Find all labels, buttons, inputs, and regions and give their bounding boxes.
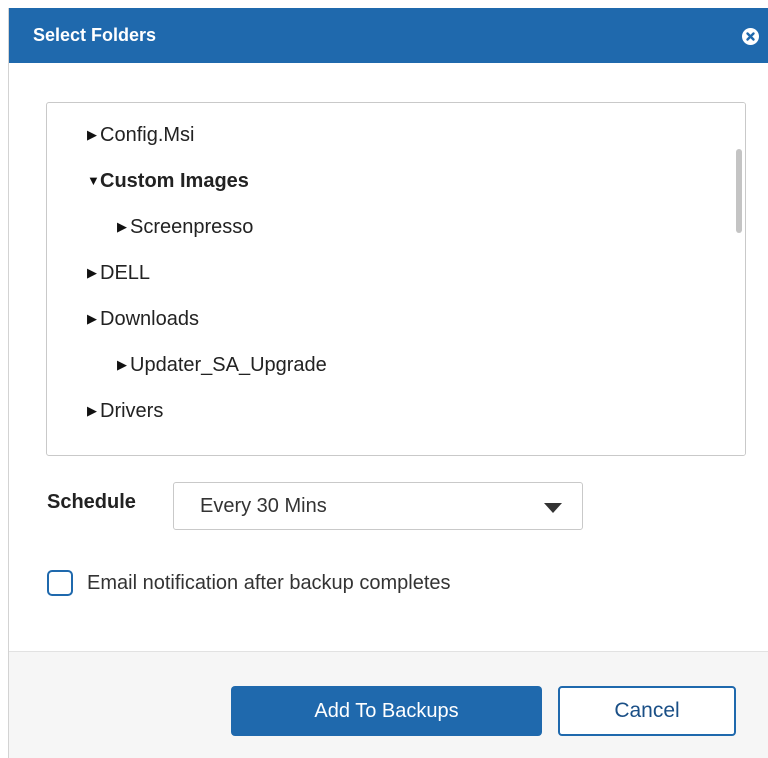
tree-item-custom-images[interactable]: ▼Custom Images [87,166,249,196]
tree-item-downloads[interactable]: ▶ Downloads [87,304,199,334]
tree-item-label: Updater_SA_Upgrade [130,354,327,376]
expand-arrow-icon[interactable]: ▶ [117,350,130,380]
select-folders-dialog: Select Folders ▶ Config.Msi ▼Custom Image… [8,8,768,758]
collapse-arrow-icon[interactable]: ▼ [87,166,100,196]
tree-item-label: DELL [100,262,151,284]
tree-item-label: Downloads [100,308,199,330]
schedule-select[interactable]: Every 30 Mins [173,482,583,530]
expand-arrow-icon[interactable]: ▶ [87,258,100,288]
schedule-selected-value: Every 30 Mins [200,495,327,517]
tree-item-label: Custom Images [100,170,249,192]
add-to-backups-button[interactable]: Add To Backups [231,686,542,736]
tree-item-label: Drivers [100,400,164,422]
schedule-label: Schedule [47,491,136,513]
tree-scrollbar-thumb[interactable] [736,149,742,233]
tree-item-config-msi[interactable]: ▶ Config.Msi [87,120,194,150]
expand-arrow-icon[interactable]: ▶ [87,396,100,426]
expand-arrow-icon[interactable]: ▶ [87,304,100,334]
tree-scrollbar[interactable] [733,103,745,455]
tree-item-drivers[interactable]: ▶ Drivers [87,396,163,426]
tree-item-label: Config.Msi [100,124,195,146]
dialog-title: Select Folders [33,25,157,45]
tree-item-label: Screenpresso [130,216,254,238]
dialog-titlebar: Select Folders [9,8,768,63]
dropdown-caret-icon[interactable] [544,503,562,513]
folder-tree[interactable]: ▶ Config.Msi ▼Custom Images ▶ Screenpresso… [46,102,746,456]
expand-arrow-icon[interactable]: ▶ [117,212,130,242]
tree-item-dell[interactable]: ▶ DELL [87,258,150,288]
tree-item-updater-sa-upgrade[interactable]: ▶ Updater_SA_Upgrade [117,350,327,380]
email-notification-label[interactable]: Email notification after backup complete… [87,572,451,595]
close-icon[interactable] [742,28,759,45]
cancel-button[interactable]: Cancel [558,686,736,736]
email-notification-checkbox[interactable] [47,570,73,596]
tree-item-screenpresso[interactable]: ▶ Screenpresso [117,212,253,242]
expand-arrow-icon[interactable]: ▶ [87,120,100,150]
